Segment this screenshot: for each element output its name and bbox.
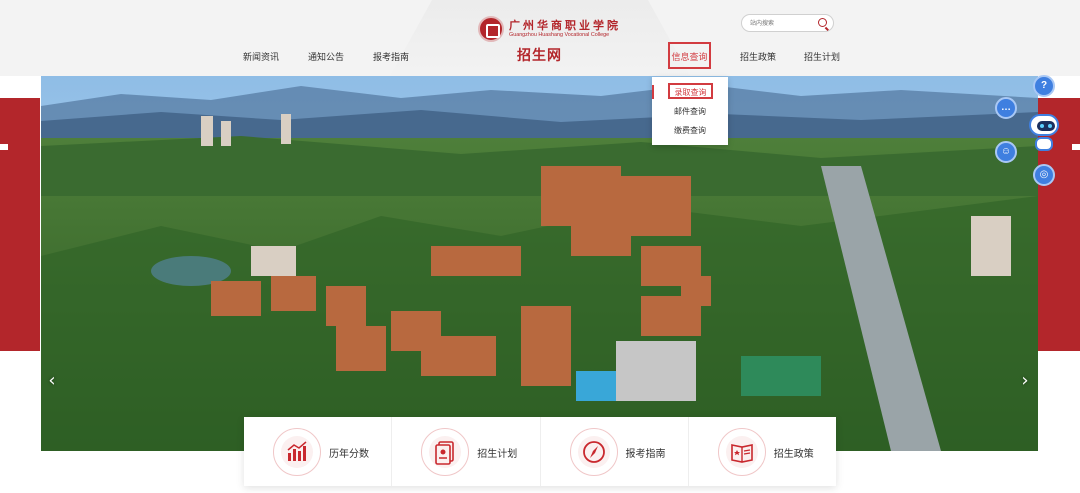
policy-book-icon xyxy=(730,444,753,463)
robot-body xyxy=(1035,137,1053,151)
nav-info-query-label: 信息查询 xyxy=(671,52,708,62)
hero-next-arrow[interactable]: › xyxy=(1018,369,1032,393)
dropdown-item-admission-query[interactable]: 录取查询 xyxy=(668,83,713,99)
bar-chart-icon xyxy=(287,441,307,461)
quick-link-past-scores[interactable]: 历年分数 xyxy=(244,417,393,486)
school-logo[interactable]: 广州华商职业学院 Guangzhou Huashang Vocational C… xyxy=(478,14,618,44)
site-header: 广州华商职业学院 Guangzhou Huashang Vocational C… xyxy=(0,0,1080,76)
nav-enrollment-plan[interactable]: 招生计划 xyxy=(804,50,840,63)
quick-link-label: 招生计划 xyxy=(477,449,518,460)
robot-face xyxy=(1037,121,1055,131)
compass-icon xyxy=(582,441,605,463)
nav-notices[interactable]: 通知公告 xyxy=(308,50,344,63)
dropdown-marker xyxy=(652,85,654,99)
assistant-robot-icon[interactable] xyxy=(1026,114,1062,154)
quick-link-enrollment-plan[interactable]: 招生计划 xyxy=(392,417,541,486)
nav-info-query[interactable]: 信息查询 xyxy=(668,42,711,69)
quick-link-label: 报考指南 xyxy=(625,449,666,460)
quick-link-label: 招生政策 xyxy=(773,449,814,460)
search-box xyxy=(741,14,834,32)
quick-links-bar: 历年分数 招生计划 报考指南 招生政策 xyxy=(244,417,836,486)
info-query-dropdown: 录取查询 邮件查询 缴费查询 xyxy=(652,77,728,145)
nav-admission-policy[interactable]: 招生政策 xyxy=(740,50,776,63)
band-tick xyxy=(0,144,8,150)
search-input[interactable] xyxy=(750,17,818,30)
school-emblem-icon xyxy=(478,16,504,42)
search-icon[interactable] xyxy=(818,18,827,27)
campus-aerial-photo xyxy=(41,76,1038,451)
robot-head xyxy=(1029,114,1059,136)
help-icon[interactable]: ? xyxy=(1033,75,1055,97)
nav-news[interactable]: 新闻资讯 xyxy=(243,50,279,63)
chat-icon[interactable]: … xyxy=(995,97,1017,119)
left-red-band xyxy=(0,98,40,351)
quick-link-label: 历年分数 xyxy=(329,449,369,460)
hero-prev-arrow[interactable]: ‹ xyxy=(45,369,59,393)
school-name-en: Guangzhou Huashang Vocational College xyxy=(509,32,610,38)
quick-link-application-guide[interactable]: 报考指南 xyxy=(541,417,689,486)
school-name-cn: 广州华商职业学院 xyxy=(509,19,621,32)
message-icon[interactable]: ☺ xyxy=(995,141,1017,163)
globe-icon[interactable]: ◎ xyxy=(1033,164,1055,186)
dropdown-item-payment-query[interactable]: 缴费查询 xyxy=(652,125,728,136)
page: 广州华商职业学院 Guangzhou Huashang Vocational C… xyxy=(0,0,1080,493)
dropdown-item-mail-query[interactable]: 邮件查询 xyxy=(652,106,728,117)
document-icon xyxy=(435,441,455,465)
band-tick xyxy=(1072,144,1080,150)
nav-application-guide[interactable]: 报考指南 xyxy=(373,50,409,63)
quick-link-admission-policy[interactable]: 招生政策 xyxy=(689,417,836,486)
hero-banner[interactable]: ‹ › xyxy=(41,76,1038,451)
site-title: 招生网 xyxy=(517,47,562,63)
dropdown-item-label: 录取查询 xyxy=(674,88,707,97)
